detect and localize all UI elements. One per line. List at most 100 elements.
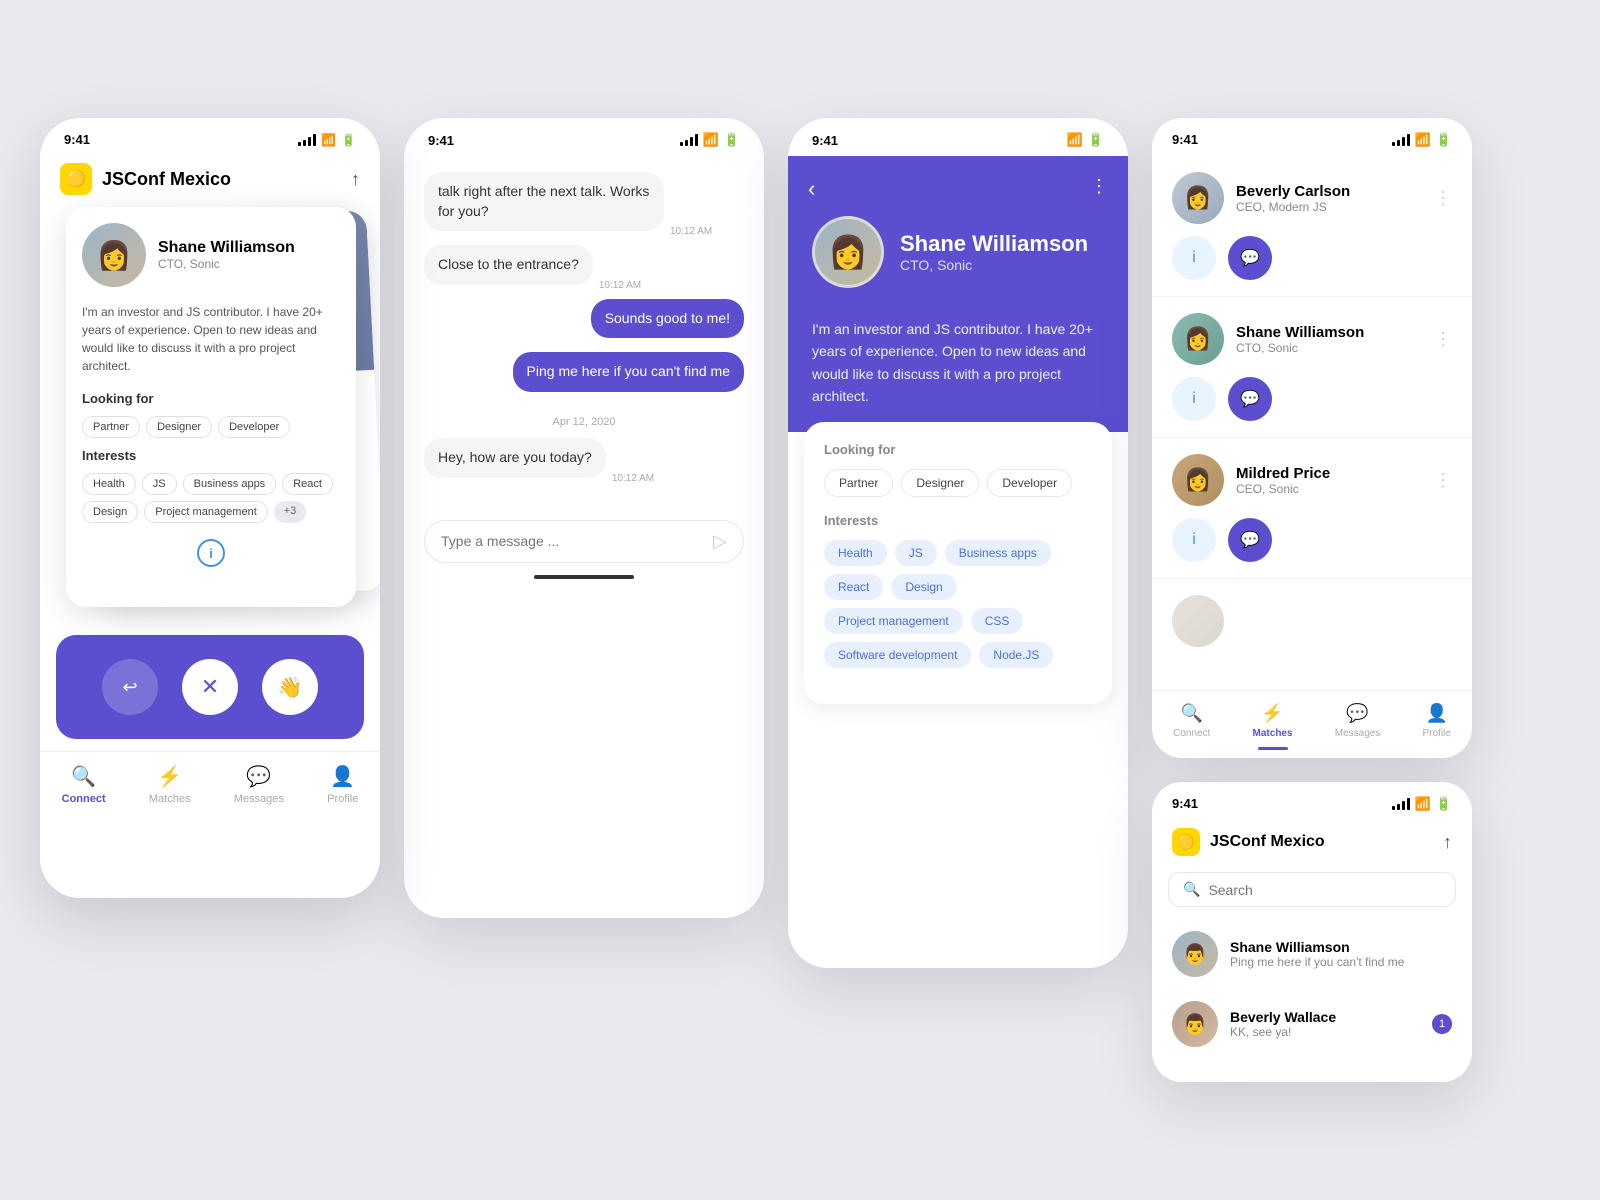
match-actions-3: i 💬: [1172, 518, 1452, 562]
dots-button[interactable]: ⋮: [1090, 176, 1108, 197]
chat-messages: talk right after the next talk. Works fo…: [404, 156, 764, 508]
bubble-sent-2: Ping me here if you can't find me: [513, 352, 744, 392]
search-input[interactable]: [1208, 882, 1441, 898]
profile-icon: 👤: [330, 764, 355, 789]
messages-icon: 💬: [246, 764, 271, 789]
msg-status-bar: 9:41 📶 🔋: [1152, 782, 1472, 820]
msg-row-5: Hey, how are you today? 10:12 AM: [424, 438, 744, 486]
chat-btn-2[interactable]: 💬: [1228, 377, 1272, 421]
bubble-received-3: Hey, how are you today?: [424, 438, 606, 478]
match-role-3: CEO, Sonic: [1236, 482, 1330, 496]
profile-bio-section: I'm an investor and JS contributor. I ha…: [788, 318, 1128, 432]
nav-profile[interactable]: 👤 Profile: [327, 764, 358, 805]
match-avatar-2: 👩: [1172, 313, 1224, 365]
bubble-received-1: talk right after the next talk. Works fo…: [424, 172, 664, 231]
match-card-3: 👩 Mildred Price CEO, Sonic ⋮ i 💬: [1152, 438, 1472, 579]
tag-react: React: [282, 473, 333, 495]
match-card-1: 👩 Beverly Carlson CEO, Modern JS ⋮ i 💬: [1152, 156, 1472, 297]
chat-input-bar: ▷: [424, 520, 744, 563]
matches-battery: 🔋: [1436, 132, 1452, 148]
phone-connect: 9:41 📶 🔋 🟡 JSConf Mexico ↑: [40, 118, 380, 898]
matches-matches-icon: ⚡: [1261, 703, 1283, 724]
app-title-1: JSConf Mexico: [102, 169, 341, 190]
msg-wifi: 📶: [1415, 796, 1431, 812]
wifi-icon-3: 📶: [1067, 132, 1083, 148]
msg-preview-1: Ping me here if you can't find me: [1230, 955, 1452, 969]
match-dots-1[interactable]: ⋮: [1434, 188, 1452, 209]
matches-messages-icon: 💬: [1346, 703, 1368, 724]
card-interests-label: Interests: [66, 444, 356, 467]
info-btn-1[interactable]: i: [1172, 236, 1216, 280]
message-input[interactable]: [441, 533, 713, 549]
msg-battery: 🔋: [1436, 796, 1452, 812]
tag-partner: Partner: [82, 416, 140, 438]
match-dots-3[interactable]: ⋮: [1434, 470, 1452, 491]
msg-header: 🟡 JSConf Mexico ↑: [1152, 820, 1472, 868]
card-front[interactable]: 👩 Shane Williamson CTO, Sonic I'm an inv…: [66, 207, 356, 607]
info-btn-3[interactable]: i: [1172, 518, 1216, 562]
matches-nav-profile[interactable]: 👤 Profile: [1423, 703, 1451, 750]
interest-project-management: Project management: [824, 608, 963, 634]
nav-messages[interactable]: 💬 Messages: [234, 764, 284, 805]
chat-btn-3[interactable]: 💬: [1228, 518, 1272, 562]
interest-software-dev: Software development: [824, 642, 971, 668]
msg-app-title: JSConf Mexico: [1210, 833, 1325, 851]
msg-row-1: talk right after the next talk. Works fo…: [424, 172, 744, 239]
matches-status-bar: 9:41 📶 🔋: [1152, 118, 1472, 156]
match-button[interactable]: 👋: [262, 659, 318, 715]
nav-matches[interactable]: ⚡ Matches: [149, 764, 191, 805]
matches-nav-messages[interactable]: 💬 Messages: [1335, 703, 1381, 750]
match-header-2: 👩 Shane Williamson CTO, Sonic ⋮: [1172, 313, 1452, 365]
search-icon: 🔍: [1183, 881, 1200, 898]
matches-panel: 9:41 📶 🔋 👩: [1152, 118, 1472, 758]
msg-list-item-2[interactable]: 👨 Beverly Wallace KK, see ya! 1: [1152, 989, 1472, 1059]
info-btn-2[interactable]: i: [1172, 377, 1216, 421]
card-role: CTO, Sonic: [158, 257, 295, 271]
matches-profile-label: Profile: [1423, 728, 1451, 739]
status-bar-2: 9:41 📶 🔋: [404, 118, 764, 156]
msg-share-icon[interactable]: ↑: [1443, 832, 1452, 853]
send-button[interactable]: ▷: [713, 531, 727, 552]
msg-list-item-1[interactable]: 👨 Shane Williamson Ping me here if you c…: [1152, 919, 1472, 989]
search-bar[interactable]: 🔍: [1168, 872, 1456, 907]
rewind-button[interactable]: ↩: [102, 659, 158, 715]
matches-profile-icon: 👤: [1425, 703, 1447, 724]
matches-wifi: 📶: [1415, 132, 1431, 148]
tag-business-apps: Business apps: [183, 473, 277, 495]
status-icons-2: 📶 🔋: [680, 132, 740, 148]
bubble-received-2: Close to the entrance?: [424, 245, 593, 285]
nav-connect[interactable]: 🔍 Connect: [62, 764, 106, 805]
msg-app-icon: 🟡: [1172, 828, 1200, 856]
match-dots-2[interactable]: ⋮: [1434, 329, 1452, 350]
matches-nav-connect[interactable]: 🔍 Connect: [1173, 703, 1210, 750]
msg-name-2: Beverly Wallace: [1230, 1009, 1420, 1025]
chat-btn-1[interactable]: 💬: [1228, 236, 1272, 280]
skip-button[interactable]: ✕: [182, 659, 238, 715]
match-person-3: 👩 Mildred Price CEO, Sonic: [1172, 454, 1330, 506]
msg-row-2: Close to the entrance? 10:12 AM: [424, 245, 744, 293]
status-time-3: 9:41: [812, 133, 838, 148]
match-card-4-partial: [1152, 579, 1472, 663]
msg-status-icons: 📶 🔋: [1392, 796, 1452, 812]
bubble-time-4: 10:13 AM: [424, 387, 466, 398]
profile-identity: Shane Williamson CTO, Sonic: [900, 231, 1088, 273]
matches-signal: [1392, 134, 1410, 146]
matches-messages-label: Messages: [1335, 728, 1381, 739]
interest-business-apps: Business apps: [945, 540, 1051, 566]
looking-for-label: Looking for: [824, 442, 1092, 457]
info-button[interactable]: i: [197, 539, 225, 567]
matches-matches-label: Matches: [1253, 728, 1293, 739]
msg-avatar-1: 👨: [1172, 931, 1218, 977]
right-column: 9:41 📶 🔋 👩: [1152, 118, 1472, 1082]
match-person-1: 👩 Beverly Carlson CEO, Modern JS: [1172, 172, 1350, 224]
share-icon-1[interactable]: ↑: [351, 169, 360, 190]
card-bio: I'm an investor and JS contributor. I ha…: [66, 303, 356, 387]
card-identity: Shane Williamson CTO, Sonic: [158, 239, 295, 271]
match-name-2: Shane Williamson: [1236, 324, 1364, 341]
card-interest-tags: Health JS Business apps React Design Pro…: [66, 467, 356, 529]
back-button[interactable]: ‹: [808, 176, 815, 202]
match-name-1: Beverly Carlson: [1236, 183, 1350, 200]
matches-nav-matches[interactable]: ⚡ Matches: [1253, 703, 1293, 750]
phone-1-header: 🟡 JSConf Mexico ↑: [40, 155, 380, 207]
interest-js: JS: [895, 540, 937, 566]
